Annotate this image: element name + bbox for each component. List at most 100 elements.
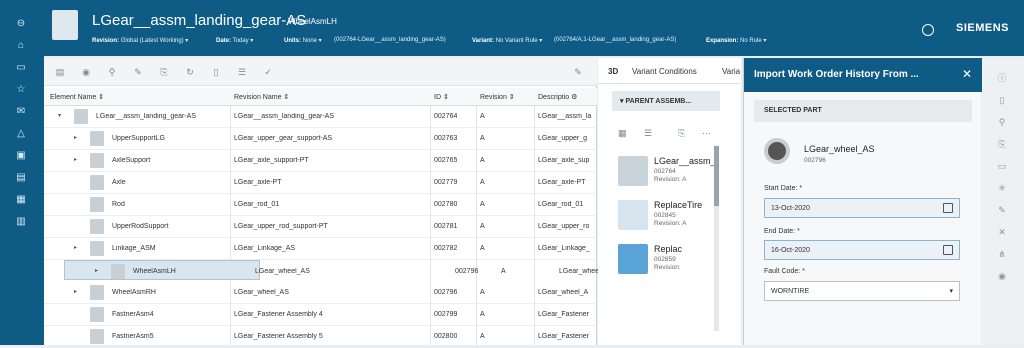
tools-icon[interactable]: ✕ <box>996 226 1008 238</box>
report-icon[interactable]: ▦ <box>14 192 28 206</box>
part-thumbnail <box>90 153 104 168</box>
part-thumbnail <box>90 329 104 344</box>
list-view-icon[interactable]: ☰ <box>644 128 652 139</box>
date-rule[interactable]: Date: Today ▾ <box>216 37 253 44</box>
table-row[interactable]: ▸ UpperSupportLG LGear_upper_gear_support-… <box>44 128 597 150</box>
start-date-field[interactable]: 13-Oct-2020 <box>764 198 960 218</box>
copy-icon[interactable]: ⎘ <box>996 138 1008 150</box>
part-thumbnail <box>90 241 104 256</box>
parent-card[interactable]: ReplaceTire 002845 Revision: A <box>618 198 710 238</box>
edit-doc-icon[interactable]: ▯ <box>996 94 1008 106</box>
table-row[interactable]: Axle LGear_axle-PT 002779 A LGear_axle-PT <box>44 172 597 194</box>
element-name-cell: WheelAsmLH <box>133 268 176 275</box>
pin-icon[interactable]: ⚲ <box>106 66 118 78</box>
table-header: Element Name ⇕ Revision Name ⇕ ID ⇕ Revi… <box>44 88 597 106</box>
page-title: LGear__assm_landing_gear-AS <box>92 12 307 29</box>
table-row[interactable]: ▸ WheelAsmLH LGear_wheel_AS 002796 A LGear_wh… <box>64 260 609 280</box>
view-icon[interactable]: ◉ <box>996 270 1008 282</box>
inbox-icon[interactable]: ✉ <box>14 104 28 118</box>
info-panel: 3D Variant Conditions Varia ▾ PARENT ASS… <box>598 58 741 345</box>
tab-variants[interactable]: Varia <box>722 67 740 76</box>
table-row[interactable]: ▸ AxleSupport LGear_axle_support-PT 002765 A… <box>44 150 597 172</box>
alert-icon[interactable]: △ <box>14 126 28 140</box>
expand-caret-icon[interactable]: ▸ <box>74 156 77 163</box>
revision-rule[interactable]: Revision: Global (Latest Working) ▾ <box>92 37 188 44</box>
calendar-icon[interactable] <box>943 203 953 213</box>
fault-code-select[interactable]: WORNTIRE ▾ <box>764 281 960 301</box>
expansion-rule[interactable]: Expansion: No Rule ▾ <box>706 37 766 44</box>
share-icon[interactable]: ⋔ <box>996 248 1008 260</box>
id-cell: 002782 <box>434 245 458 252</box>
parent-assemblies-section[interactable]: ▾ PARENT ASSEMB... <box>612 91 720 111</box>
element-name-cell: UpperSupportLG <box>112 135 165 142</box>
tool2-icon[interactable]: ⎘ <box>158 66 170 78</box>
burst-icon[interactable]: ✳ <box>996 182 1008 194</box>
assembly-icon <box>618 156 648 186</box>
parent-card[interactable]: Replac 002859 Revision: <box>618 242 710 282</box>
selected-element-label: WheelAsmLH <box>288 17 337 26</box>
table-row[interactable]: Rod LGear_rod_01 002780 A LGear_rod_01 <box>44 194 597 216</box>
expand-caret-icon[interactable]: ▸ <box>95 267 98 274</box>
check-icon[interactable]: ✓ <box>262 66 274 78</box>
page-icon[interactable]: ▯ <box>210 66 222 78</box>
column-revision-name[interactable]: Revision Name ⇕ <box>234 93 289 101</box>
table-row[interactable]: ▸ Linkage_ASM LGear_Linkage_AS 002782 A LGear… <box>44 238 597 260</box>
search-icon[interactable] <box>922 24 934 36</box>
revision-name-cell: LGear_wheel_AS <box>234 289 289 296</box>
checklist-icon[interactable]: ☰ <box>236 66 248 78</box>
path-label-1: (002764-LGear__assm_landing_gear-AS) <box>334 37 446 43</box>
expand-caret-icon[interactable]: ▸ <box>74 134 77 141</box>
expand-caret-icon[interactable]: ▸ <box>74 244 77 251</box>
id-cell: 002763 <box>434 135 458 142</box>
variant-rule[interactable]: Variant: No Variant Rule ▾ <box>472 37 542 44</box>
more-icon[interactable]: ⋯ <box>702 128 711 139</box>
table-view-icon[interactable]: ▦ <box>618 128 627 139</box>
description-cell: LGear_axle_sup <box>538 157 590 164</box>
home-icon[interactable]: ⌂ <box>14 38 28 52</box>
id-cell: 002780 <box>434 201 458 208</box>
schedule-icon[interactable]: ▤ <box>14 170 28 184</box>
tab-3d[interactable]: 3D <box>608 67 618 76</box>
parent-card[interactable]: LGear__assm_ 002764 Revision: A <box>618 154 716 194</box>
panel-toggle-icon[interactable]: ▤ <box>54 66 66 78</box>
refresh-icon[interactable]: ↻ <box>184 66 196 78</box>
revision-cell: A <box>480 113 485 120</box>
element-name-cell: WheelAsmRH <box>112 289 156 296</box>
table-row[interactable]: FastnerAsm4 LGear_Fastener Assembly 4 0027… <box>44 304 597 326</box>
end-date-field[interactable]: 16-Oct-2020 <box>764 240 960 260</box>
back-icon[interactable]: ⊖ <box>14 16 28 30</box>
selected-part-section: SELECTED PART <box>754 100 972 122</box>
tab-variant-conditions[interactable]: Variant Conditions <box>632 67 697 76</box>
column-id[interactable]: ID ⇕ <box>434 93 449 101</box>
page-icon[interactable]: ▭ <box>996 160 1008 172</box>
close-icon[interactable]: ✕ <box>962 67 972 81</box>
view-icon[interactable]: ◉ <box>80 66 92 78</box>
pin-icon[interactable]: ⚲ <box>996 116 1008 128</box>
column-element-name[interactable]: Element Name ⇕ <box>50 93 104 101</box>
table-row[interactable]: UpperRodSupport LGear_upper_rod_support-P… <box>44 216 597 238</box>
table-row[interactable]: ▾ LGear__assm_landing_gear-AS LGear__assm_… <box>44 106 597 128</box>
document-icon[interactable]: ▥ <box>14 214 28 228</box>
table-row[interactable]: ▸ WheelAsmRH LGear_wheel_AS 002796 A LGear_wh… <box>44 282 597 304</box>
expand-caret-icon[interactable]: ▸ <box>74 288 77 295</box>
edit-icon[interactable]: ✎ <box>572 66 584 78</box>
copy-icon[interactable]: ⎘ <box>678 128 685 139</box>
info-icon[interactable]: ⓘ <box>996 72 1008 84</box>
scrollbar[interactable] <box>714 146 719 331</box>
expand-caret-icon[interactable]: ▾ <box>58 112 61 119</box>
column-revision[interactable]: Revision ⇕ <box>480 93 515 101</box>
revision-cell: A <box>480 289 485 296</box>
element-name-cell: FastnerAsm5 <box>112 333 154 340</box>
folder-icon[interactable]: ▭ <box>14 60 28 74</box>
revision-cell: A <box>480 135 485 142</box>
favorites-icon[interactable]: ☆ <box>14 82 28 96</box>
part-thumbnail <box>90 197 104 212</box>
calendar-icon[interactable] <box>943 245 953 255</box>
units-rule[interactable]: Units: None ▾ <box>284 37 322 44</box>
tool-icon[interactable]: ✎ <box>132 66 144 78</box>
pencil-icon[interactable]: ✎ <box>996 204 1008 216</box>
structure-icon[interactable]: ▣ <box>14 148 28 162</box>
start-date-label: Start Date: * <box>764 185 803 192</box>
column-description[interactable]: Descriptio ⚙ <box>538 93 577 101</box>
revision-cell: A <box>480 201 485 208</box>
